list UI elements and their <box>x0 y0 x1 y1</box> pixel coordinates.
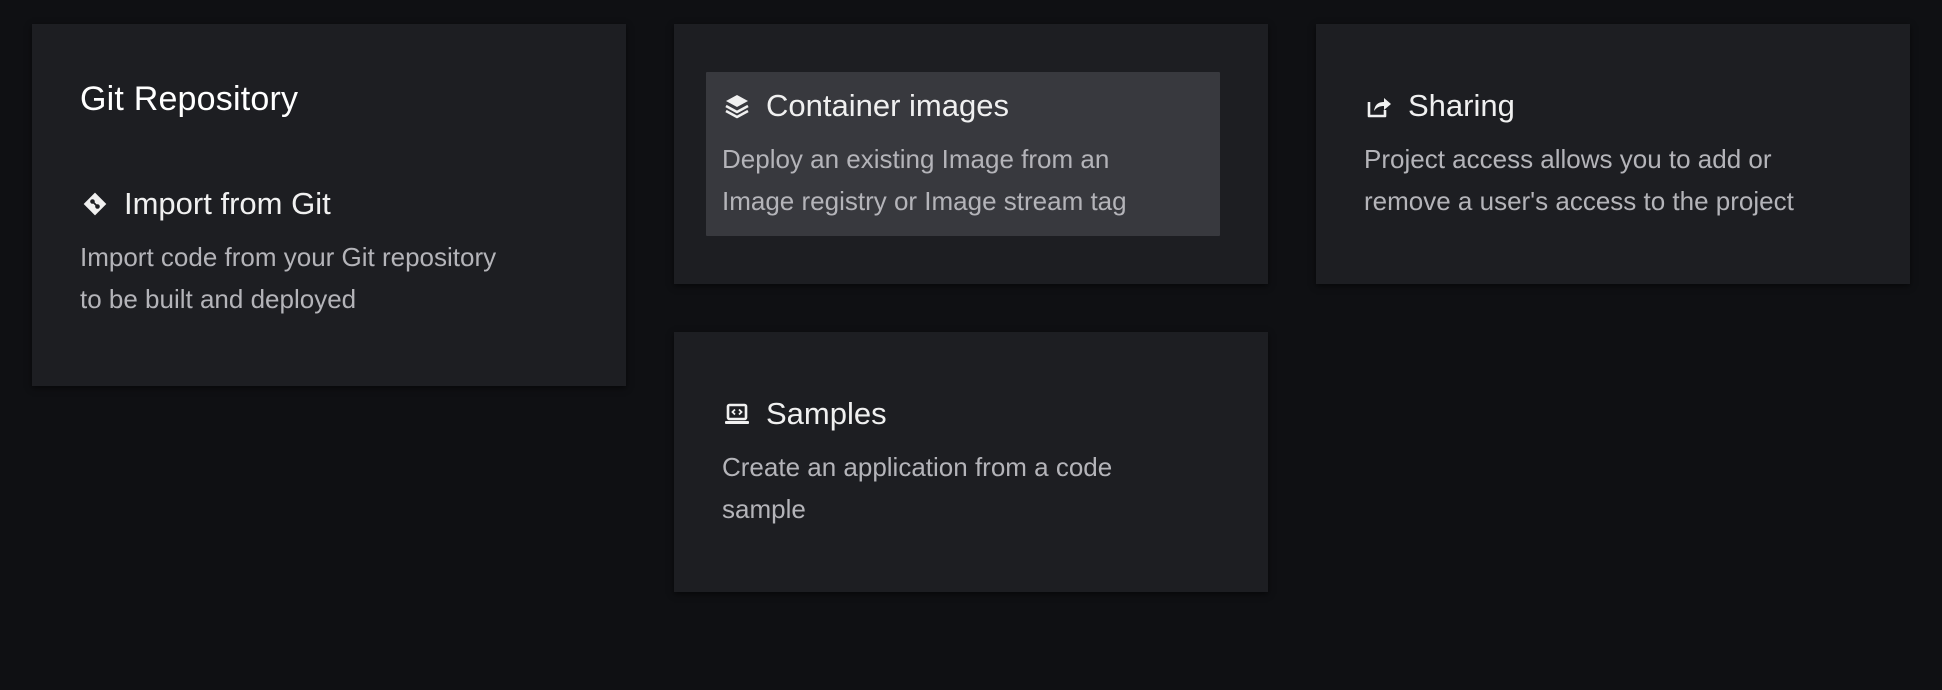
share-icon <box>1364 91 1394 121</box>
samples-card: Samples Create an application from a cod… <box>674 332 1268 592</box>
sharing-desc-line2: remove a user's access to the project <box>1364 186 1794 216</box>
samples-description: Create an application from a code sample <box>722 446 1242 530</box>
samples-desc-line1: Create an application from a code <box>722 452 1113 482</box>
container-images-item[interactable]: Container images Deploy an existing Imag… <box>706 72 1220 236</box>
sharing-item[interactable]: Sharing Project access allows you to add… <box>1364 86 1884 222</box>
container-images-card: Container images Deploy an existing Imag… <box>674 24 1268 284</box>
sharing-card: Sharing Project access allows you to add… <box>1316 24 1910 284</box>
container-images-description: Deploy an existing Image from an Image r… <box>722 138 1204 222</box>
sharing-description: Project access allows you to add or remo… <box>1364 138 1884 222</box>
import-from-git-item[interactable]: Import from Git Import code from your Gi… <box>80 184 600 320</box>
sharing-title: Sharing <box>1408 88 1515 123</box>
git-repository-title: Git Repository <box>80 80 299 118</box>
add-page-canvas: Git Repository Import from Git Import co… <box>0 0 1942 690</box>
import-from-git-description: Import code from your Git repository to … <box>80 236 600 320</box>
samples-title: Samples <box>766 396 887 431</box>
laptop-code-icon <box>722 399 752 429</box>
import-from-git-desc-line2: to be built and deployed <box>80 284 357 314</box>
sharing-desc-line1: Project access allows you to add or <box>1364 144 1772 174</box>
import-from-git-title: Import from Git <box>124 186 331 221</box>
git-icon <box>80 189 110 219</box>
container-images-title: Container images <box>766 88 1009 123</box>
container-images-desc-line1: Deploy an existing Image from an <box>722 144 1110 174</box>
layers-icon <box>722 91 752 121</box>
git-repository-card: Git Repository Import from Git Import co… <box>32 24 626 386</box>
import-from-git-desc-line1: Import code from your Git repository <box>80 242 497 272</box>
samples-desc-line2: sample <box>722 494 806 524</box>
container-images-desc-line2: Image registry or Image stream tag <box>722 186 1127 216</box>
samples-item[interactable]: Samples Create an application from a cod… <box>722 394 1242 530</box>
